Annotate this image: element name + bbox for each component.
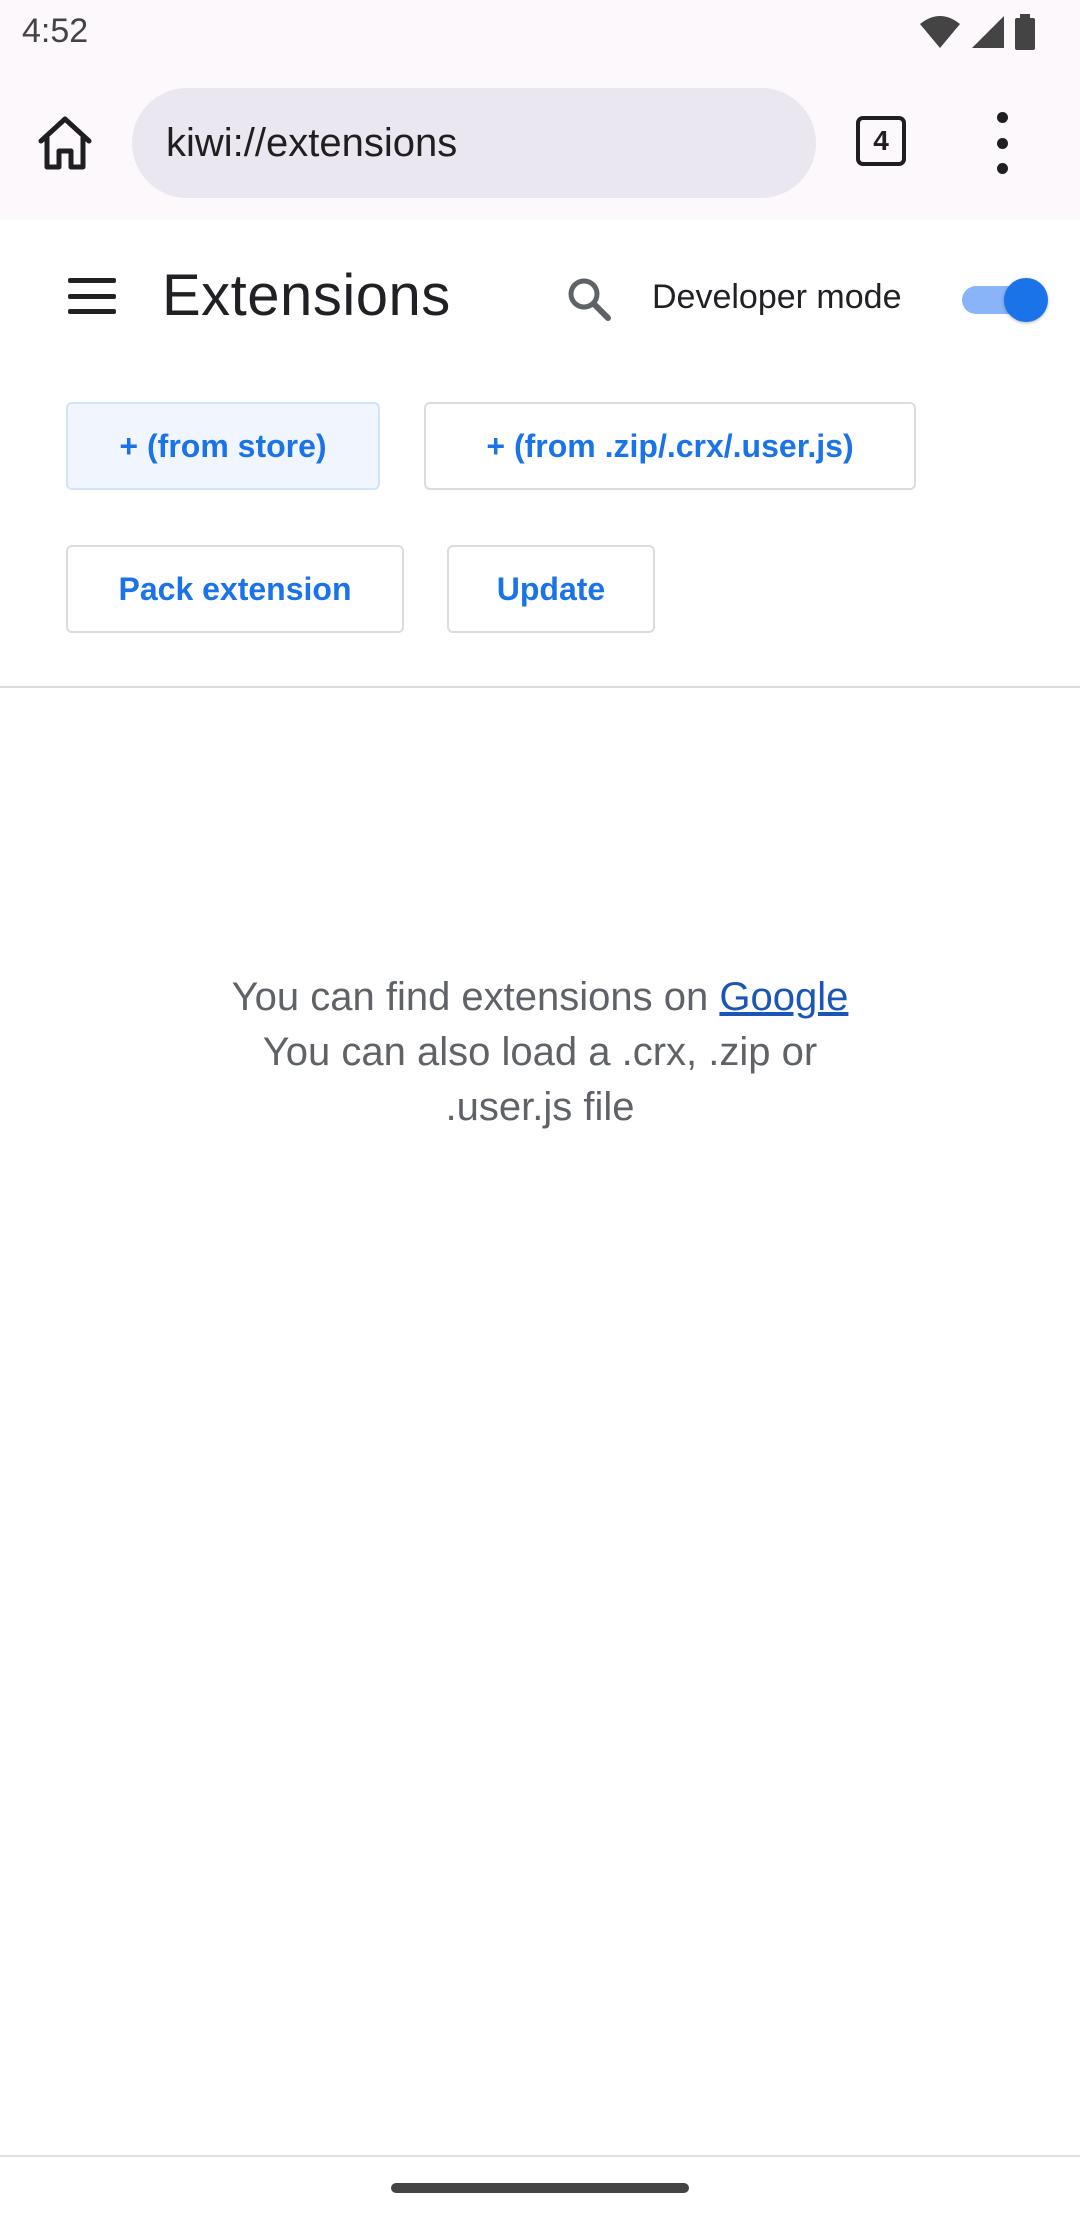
add-from-store-button[interactable]: + (from store)	[66, 402, 380, 490]
tab-count: 4	[873, 125, 889, 156]
hamburger-line	[68, 293, 116, 299]
empty-state-message: You can find extensions on Google You ca…	[0, 970, 1080, 1135]
status-time: 4:52	[22, 12, 89, 50]
hamburger-menu-button[interactable]	[68, 278, 116, 314]
overflow-menu-button[interactable]	[982, 112, 1022, 174]
signal-icon	[972, 16, 1004, 48]
search-button[interactable]	[564, 274, 614, 324]
empty-state-line2: You can also load a .crx, .zip or	[262, 1030, 818, 1074]
empty-state-line3: .user.js file	[445, 1085, 635, 1129]
page-title: Extensions	[162, 263, 451, 328]
extensions-header: Extensions Developer mode	[0, 220, 1080, 370]
developer-mode-toggle[interactable]	[962, 278, 1048, 322]
wifi-icon	[920, 16, 960, 48]
url-bar[interactable]: kiwi://extensions	[132, 88, 816, 198]
gesture-nav-handle[interactable]	[391, 2183, 689, 2193]
empty-state-prefix: You can find extensions on	[231, 975, 720, 1019]
status-icons	[918, 14, 1036, 50]
hamburger-line	[68, 278, 116, 283]
menu-dot	[996, 137, 1008, 149]
status-bar: 4:52	[0, 0, 1080, 68]
browser-toolbar: kiwi://extensions 4	[0, 68, 1080, 220]
pack-extension-button[interactable]: Pack extension	[66, 545, 404, 633]
menu-dot	[996, 112, 1008, 123]
home-button[interactable]	[30, 108, 100, 178]
bottom-divider	[0, 2155, 1080, 2157]
tab-switcher-button[interactable]: 4	[856, 116, 906, 166]
hamburger-line	[68, 309, 116, 314]
add-from-file-button[interactable]: + (from .zip/.crx/.user.js)	[424, 402, 916, 490]
search-icon	[568, 278, 611, 321]
google-link[interactable]: Google	[719, 975, 848, 1019]
battery-icon	[1015, 14, 1035, 50]
menu-dot	[996, 163, 1008, 174]
url-text: kiwi://extensions	[166, 120, 458, 165]
home-icon	[38, 116, 92, 170]
toggle-thumb	[1004, 278, 1048, 322]
empty-state-line1: You can find extensions on Google	[232, 975, 849, 1019]
divider	[0, 686, 1080, 688]
update-button[interactable]: Update	[447, 545, 655, 633]
developer-mode-label: Developer mode	[652, 278, 902, 316]
